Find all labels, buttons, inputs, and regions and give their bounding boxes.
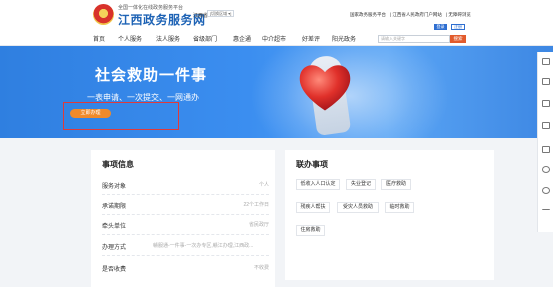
nav-item-review[interactable]: 好差评 xyxy=(302,34,320,43)
hierarchy-icon xyxy=(542,122,550,129)
back-to-top-icon xyxy=(542,209,550,216)
chat-icon xyxy=(542,146,550,153)
side-toolbar xyxy=(537,52,553,232)
search-input[interactable]: 请输入关键字 xyxy=(378,35,450,43)
close-tool[interactable] xyxy=(540,166,552,179)
info-value: 不收费 xyxy=(253,265,269,271)
help-tool[interactable] xyxy=(540,187,552,200)
print-tool[interactable] xyxy=(540,58,552,71)
back-to-top-tool[interactable] xyxy=(540,209,552,222)
document-icon xyxy=(542,78,550,85)
accessibility-link[interactable]: 无障碍浏览 xyxy=(448,12,471,17)
document-tool[interactable] xyxy=(540,78,552,91)
nav-item-enterprise[interactable]: 惠企通 xyxy=(233,34,251,43)
linked-item-chip[interactable]: 受灾人员救助 xyxy=(337,202,379,213)
info-value[interactable]: 赣服通-一件事-一次办专区,赣江办理,江西政... xyxy=(153,242,269,249)
nav-item-personal[interactable]: 个人服务 xyxy=(118,34,142,43)
chart-tool[interactable] xyxy=(540,100,552,113)
gov-portal-link[interactable]: 江西省人民政府门户网站 xyxy=(392,12,442,17)
printer-icon xyxy=(542,58,550,65)
linked-items-card: 联办事项 低收入人口认定 失业登记 医疗救助 残疾人帮扶 受灾人员救助 临时救助… xyxy=(285,150,494,280)
linked-item-chip[interactable]: 医疗救助 xyxy=(381,179,411,190)
info-key: 牵头单位 xyxy=(102,224,127,230)
hero-banner: 社会救助一件事 一表申请、一次提交、一网通办 立即办理 xyxy=(0,46,553,138)
banner-title: 社会救助一件事 xyxy=(95,67,208,84)
info-value: 省民政厅 xyxy=(248,222,269,228)
item-info-card: 事项信息 服务对象 个人 承诺期限 22个工作日 牵头单位 省民政厅 办理方式 … xyxy=(91,150,275,287)
nav-item-legal-person[interactable]: 法人服务 xyxy=(156,34,180,43)
info-key: 办理方式 xyxy=(102,245,127,251)
info-row: 服务对象 个人 xyxy=(102,175,269,195)
info-key: 承诺期限 xyxy=(102,204,127,210)
current-region: 江西省 xyxy=(193,13,209,19)
close-circle-icon xyxy=(542,166,550,173)
search-button[interactable]: 搜索 xyxy=(450,35,466,43)
linked-item-chip[interactable]: 住房救助 xyxy=(296,225,325,236)
nav-item-provincial-depts[interactable]: 省级部门 xyxy=(193,34,217,43)
nav-item-home[interactable]: 首页 xyxy=(93,34,105,43)
national-platform-link[interactable]: 国家政务服务平台 xyxy=(350,12,386,17)
region-switch-button[interactable]: [切换区域 ▾] xyxy=(207,10,235,17)
info-row: 办理方式 赣服通-一件事-一次办专区,赣江办理,江西政... xyxy=(102,236,269,256)
linked-item-chip[interactable]: 临时救助 xyxy=(385,202,414,213)
chart-icon xyxy=(542,100,550,107)
linked-item-chip[interactable]: 低收入人口认定 xyxy=(296,179,340,190)
nav-item-open-government[interactable]: 阳光政务 xyxy=(332,34,356,43)
question-icon xyxy=(542,187,550,194)
info-key: 是否收费 xyxy=(102,267,127,273)
linked-items-title: 联办事项 xyxy=(296,160,328,169)
info-value: 个人 xyxy=(258,182,269,188)
linked-item-chip[interactable]: 失业登记 xyxy=(346,179,376,190)
info-row: 承诺期限 22个工作日 xyxy=(102,195,269,215)
info-row: 牵头单位 省民政厅 xyxy=(102,215,269,235)
info-value: 22个工作日 xyxy=(243,202,269,208)
info-row: 是否收费 不收费 xyxy=(102,258,269,278)
hierarchy-tool[interactable] xyxy=(540,122,552,135)
main-nav: 首页 个人服务 法人服务 省级部门 惠企通 中介超市 好差评 阳光政务 请输入关… xyxy=(0,30,553,46)
info-key: 服务对象 xyxy=(102,184,127,190)
chat-tool[interactable] xyxy=(540,146,552,159)
linked-item-chip[interactable]: 残疾人帮扶 xyxy=(296,202,330,213)
item-info-title: 事项信息 xyxy=(102,160,134,169)
emblem-logo[interactable] xyxy=(93,4,114,25)
highlight-box xyxy=(63,102,179,130)
platform-subtitle: 全国一体化在线政务服务平台 xyxy=(118,5,184,11)
top-links: 国家政务服务平台 | 江西省人民政府门户网站 | 无障碍浏览 xyxy=(350,12,471,17)
nav-item-agency-market[interactable]: 中介超市 xyxy=(262,34,286,43)
heart-icon xyxy=(299,65,351,111)
site-header: 全国一体化在线政务服务平台 江西政务服务网 江西省 [切换区域 ▾] 国家政务服… xyxy=(0,0,553,30)
